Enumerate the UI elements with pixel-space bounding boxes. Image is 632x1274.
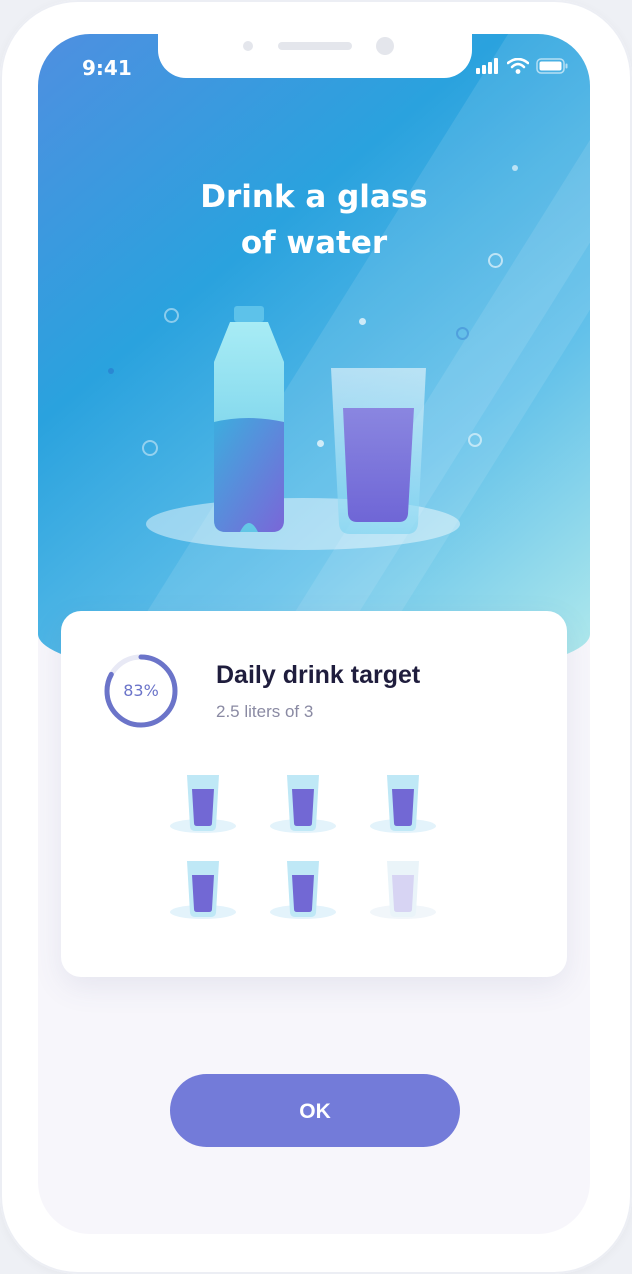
phone-frame: Drink a glass of water 9:41 83% Daily dr… [0,0,632,1274]
speaker [278,42,352,50]
hero-title-line1: Drink a glass [200,179,428,215]
front-camera [376,37,394,55]
hero-banner: Drink a glass of water [38,34,590,714]
sensor-dot [243,41,253,51]
app-screen: Drink a glass of water 9:41 83% Daily dr… [38,34,590,1234]
status-time: 9:41 [82,56,132,80]
glass-filled-icon [168,771,268,857]
glass-filled-icon [268,771,368,857]
glass-filled-icon [268,857,368,943]
status-icons [476,58,568,74]
progress-label: 83% [123,681,159,700]
glasses-grid [168,771,468,941]
bubble-decoration [468,433,482,447]
glass-water [343,408,414,522]
daily-target-card: 83% Daily drink target 2.5 liters of 3 [61,611,567,977]
bottle-water [214,418,284,532]
battery-icon [536,58,568,74]
ok-button[interactable]: OK [170,1074,460,1147]
signal-icon [476,58,498,74]
daily-target-title: Daily drink target [216,661,421,689]
glass-filled-icon [168,857,268,943]
glass-filled-icon [368,771,468,857]
glass-empty-icon [368,857,468,943]
bottle-cap [234,306,264,322]
daily-target-subtitle: 2.5 liters of 3 [216,702,314,721]
water-illustration [146,306,460,550]
notch [158,34,472,78]
wifi-icon [507,58,529,74]
hero-title-line2: of water [240,225,388,261]
bubble-decoration [108,368,114,374]
hero-title: Drink a glass of water [38,174,590,266]
bubble-decoration [512,165,518,171]
